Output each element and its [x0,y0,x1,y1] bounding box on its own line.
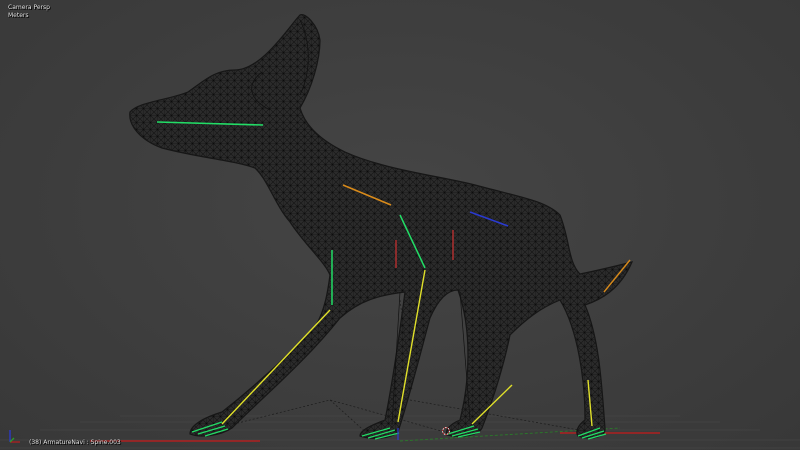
scene-canvas[interactable] [0,0,800,450]
units-label: Meters [8,12,29,19]
bone-front-lower [221,309,331,425]
axis-gizmo-icon[interactable] [4,424,26,446]
view-name-label: Camera Persp [8,4,50,11]
dog-mesh[interactable] [129,14,634,439]
object-info-label: (38) ArmatureNavi : Spine.003 [29,439,121,446]
3d-viewport[interactable]: Camera Persp Meters (38) ArmatureNavi : … [0,0,800,450]
